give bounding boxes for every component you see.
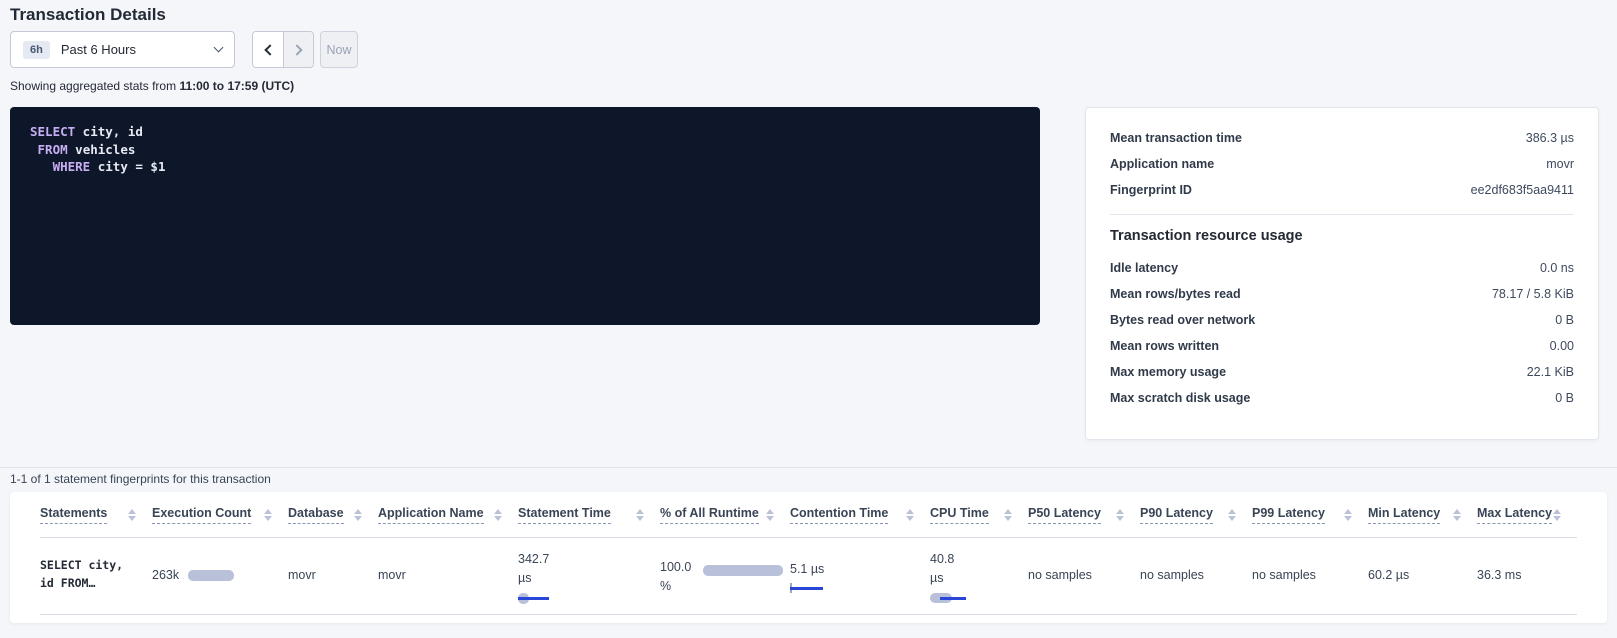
sort-icon[interactable] — [1228, 509, 1236, 521]
column-header-statements[interactable]: Statements — [40, 506, 152, 524]
contention-time-bar — [790, 583, 824, 593]
chevron-right-icon — [291, 44, 302, 55]
sort-icon[interactable] — [906, 509, 914, 521]
runtime-bar — [703, 565, 783, 576]
resource-value: 0.0 ns — [1540, 261, 1574, 275]
resource-row: Max scratch disk usage 0 B — [1110, 385, 1574, 411]
resource-row: Max memory usage 22.1 KiB — [1110, 359, 1574, 385]
summary-value: 386.3 µs — [1526, 131, 1574, 145]
cell-database: movr — [288, 568, 378, 582]
cpu-time-bar — [930, 593, 970, 603]
aggregation-range: 11:00 to 17:59 (UTC) — [179, 79, 294, 93]
sort-icon[interactable] — [1004, 509, 1012, 521]
aggregation-caption: Showing aggregated stats from 11:00 to 1… — [10, 79, 294, 93]
column-header-contention-time[interactable]: Contention Time — [790, 506, 930, 524]
next-range-button[interactable] — [283, 32, 313, 67]
cell-contention-time: 5.1 µs — [790, 550, 930, 593]
sql-statement-box: SELECT city, id FROM vehicles WHERE city… — [10, 107, 1040, 325]
resource-label: Mean rows written — [1110, 339, 1219, 353]
sort-icon[interactable] — [1116, 509, 1124, 521]
time-range-stepper — [252, 31, 314, 68]
summary-label: Fingerprint ID — [1110, 183, 1192, 197]
cell-runtime-pct: 100.0 % — [660, 550, 790, 596]
cell-statement[interactable]: SELECT city, id FROM… — [40, 550, 152, 592]
summary-label: Application name — [1110, 157, 1214, 171]
column-header-statement-time[interactable]: Statement Time — [518, 506, 660, 524]
cell-cpu-time: 40.8 µs — [930, 550, 1028, 603]
time-range-badge: 6h — [23, 41, 50, 59]
resource-usage-heading: Transaction resource usage — [1110, 228, 1574, 244]
now-button[interactable]: Now — [320, 31, 358, 68]
previous-range-button[interactable] — [253, 32, 283, 67]
column-header-min-latency[interactable]: Min Latency — [1368, 506, 1477, 524]
summary-divider — [1110, 214, 1574, 215]
resource-row: Mean rows written 0.00 — [1110, 333, 1574, 359]
summary-value: movr — [1546, 157, 1574, 171]
column-header-application-name[interactable]: Application Name — [378, 506, 518, 524]
column-header-max-latency[interactable]: Max Latency — [1477, 506, 1577, 524]
resource-label: Idle latency — [1110, 261, 1178, 275]
cell-p50-latency: no samples — [1028, 568, 1140, 582]
column-header-cpu-time[interactable]: CPU Time — [930, 506, 1028, 524]
sort-icon[interactable] — [494, 509, 502, 521]
summary-row: Mean transaction time 386.3 µs — [1110, 125, 1574, 151]
time-controls: 6h Past 6 Hours Now — [10, 31, 358, 68]
transaction-summary-card: Mean transaction time 386.3 µs Applicati… — [1085, 107, 1599, 440]
table-header-row: Statements Execution Count Database Appl… — [40, 492, 1577, 538]
column-header-p90-latency[interactable]: P90 Latency — [1140, 506, 1252, 524]
resource-label: Max scratch disk usage — [1110, 391, 1250, 405]
time-range-dropdown[interactable]: 6h Past 6 Hours — [10, 31, 235, 68]
resource-row: Mean rows/bytes read 78.17 / 5.8 KiB — [1110, 281, 1574, 307]
sort-icon[interactable] — [636, 509, 644, 521]
section-divider — [0, 467, 1617, 468]
sort-icon[interactable] — [766, 509, 774, 521]
sort-icon[interactable] — [264, 509, 272, 521]
sort-icon[interactable] — [354, 509, 362, 521]
cell-p90-latency: no samples — [1140, 568, 1252, 582]
statements-table: Statements Execution Count Database Appl… — [10, 492, 1607, 623]
statement-link[interactable]: SELECT city, id FROM… — [40, 556, 152, 592]
column-header-execution-count[interactable]: Execution Count — [152, 506, 288, 524]
time-range-label: Past 6 Hours — [61, 42, 136, 57]
sort-icon[interactable] — [128, 509, 136, 521]
column-header-p99-latency[interactable]: P99 Latency — [1252, 506, 1368, 524]
chevron-left-icon — [264, 44, 275, 55]
sort-icon[interactable] — [1344, 509, 1352, 521]
table-row: SELECT city, id FROM… 263k movr movr 342… — [40, 538, 1577, 615]
summary-label: Mean transaction time — [1110, 131, 1242, 145]
cell-application-name: movr — [378, 568, 518, 582]
cell-execution-count: 263k — [152, 550, 288, 582]
summary-value: ee2df683f5aa9411 — [1471, 183, 1574, 197]
resource-label: Bytes read over network — [1110, 313, 1255, 327]
column-header-database[interactable]: Database — [288, 506, 378, 524]
sort-icon[interactable] — [1553, 509, 1561, 521]
cell-statement-time: 342.7 µs — [518, 550, 660, 604]
cell-p99-latency: no samples — [1252, 568, 1368, 582]
resource-value: 22.1 KiB — [1527, 365, 1574, 379]
resource-value: 0 B — [1555, 313, 1574, 327]
resource-value: 78.17 / 5.8 KiB — [1492, 287, 1574, 301]
execution-count-bar — [188, 570, 234, 581]
chevron-down-icon — [214, 43, 224, 53]
resource-row: Bytes read over network 0 B — [1110, 307, 1574, 333]
resource-row: Idle latency 0.0 ns — [1110, 255, 1574, 281]
column-header-p50-latency[interactable]: P50 Latency — [1028, 506, 1140, 524]
resource-label: Max memory usage — [1110, 365, 1226, 379]
statement-time-bar — [518, 593, 554, 604]
sort-icon[interactable] — [1453, 509, 1461, 521]
resource-label: Mean rows/bytes read — [1110, 287, 1241, 301]
summary-row: Fingerprint ID ee2df683f5aa9411 — [1110, 177, 1574, 203]
summary-row: Application name movr — [1110, 151, 1574, 177]
resource-value: 0.00 — [1550, 339, 1574, 353]
cell-min-latency: 60.2 µs — [1368, 568, 1477, 582]
column-header-runtime-pct[interactable]: % of All Runtime — [660, 506, 790, 524]
statement-count-caption: 1-1 of 1 statement fingerprints for this… — [10, 472, 271, 486]
cell-max-latency: 36.3 ms — [1477, 568, 1577, 582]
resource-value: 0 B — [1555, 391, 1574, 405]
page-title: Transaction Details — [10, 5, 166, 25]
